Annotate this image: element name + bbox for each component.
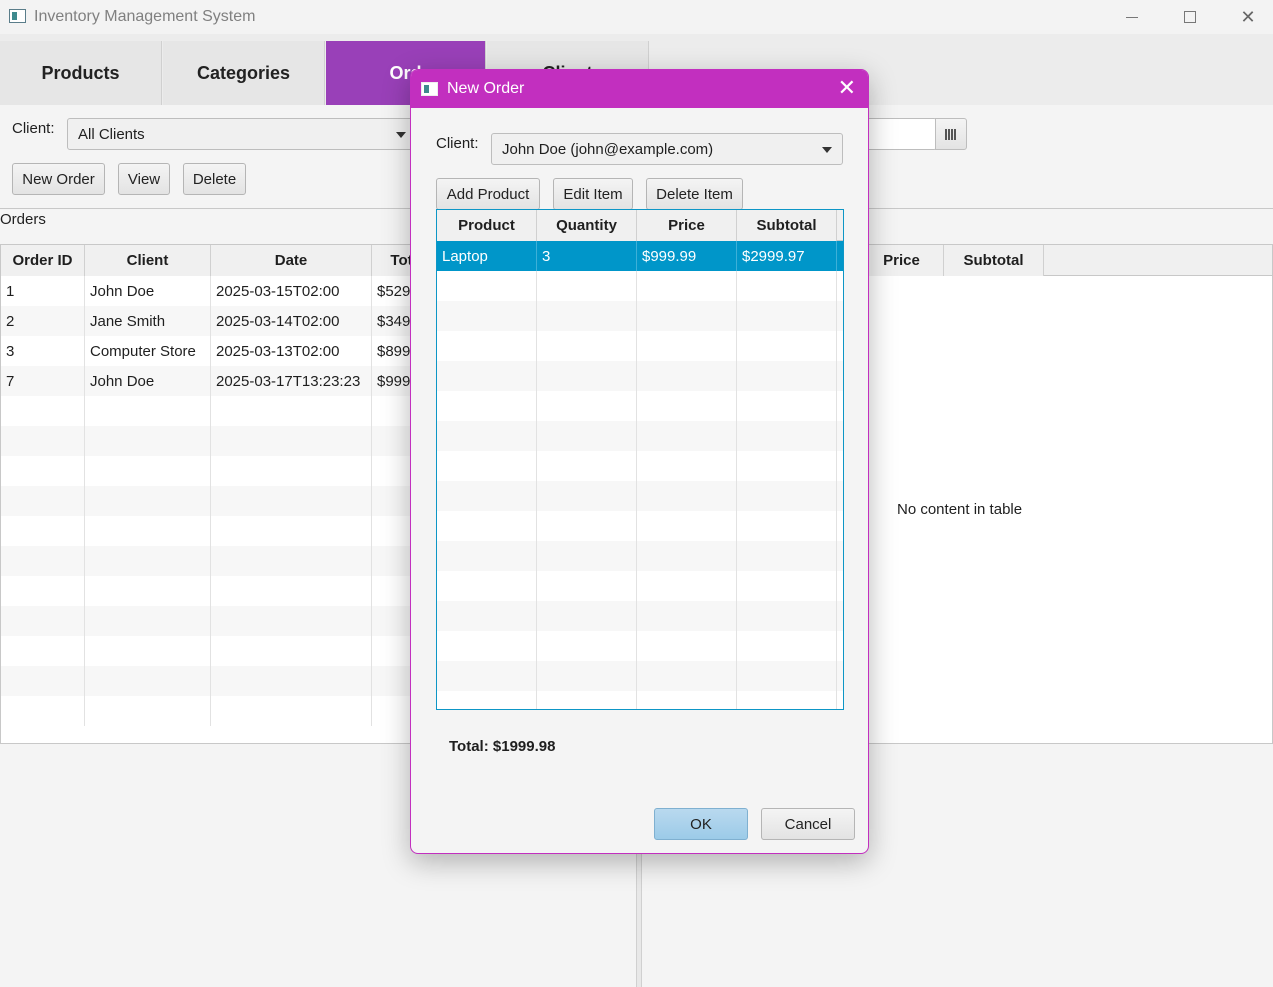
calendar-button[interactable] [935, 118, 967, 150]
column-header[interactable]: Client [85, 245, 211, 276]
empty-row [437, 361, 843, 391]
new-order-button[interactable]: New Order [12, 163, 105, 195]
empty-row [437, 301, 843, 331]
column-header[interactable]: Quantity [537, 210, 637, 241]
empty-row [1, 666, 419, 696]
app-icon [421, 82, 438, 96]
column-header[interactable]: Date [211, 245, 372, 276]
date-cell: 2025-03-14T02:00 [211, 306, 372, 336]
dialog-client-label: Client: [436, 135, 479, 152]
window-title: Inventory Management System [34, 8, 256, 25]
empty-row [437, 451, 843, 481]
order-details-table[interactable]: Price Subtotal No content in table [860, 244, 1273, 744]
chevron-down-icon [822, 147, 832, 153]
empty-row [1, 636, 419, 666]
dialog-client-select[interactable]: John Doe (john@example.com) [491, 133, 843, 165]
app-icon [9, 9, 26, 23]
close-icon[interactable]: ✕ [838, 76, 856, 100]
price-cell: $999.99 [637, 241, 737, 271]
empty-row [437, 541, 843, 571]
tab-categories[interactable]: Categories [163, 41, 325, 105]
order-items-table[interactable]: Product Quantity Price Subtotal Laptop 3… [436, 209, 844, 710]
client-filter-select[interactable]: All Clients [67, 118, 417, 150]
column-header[interactable]: Subtotal [737, 210, 837, 241]
ok-button[interactable]: OK [654, 808, 748, 840]
order-id-cell: 3 [1, 336, 85, 366]
orders-section-label: Orders [0, 211, 46, 228]
empty-row [437, 631, 843, 661]
client-cell: John Doe [85, 276, 211, 306]
date-cell: 2025-03-13T02:00 [211, 336, 372, 366]
subtotal-cell: $2999.97 [737, 241, 837, 271]
orders-table[interactable]: Order ID Client Date Tot 1 John Doe 2025… [0, 244, 420, 744]
client-filter-label: Client: [12, 120, 55, 137]
order-details-header: Price Subtotal [860, 245, 1272, 276]
client-filter-value: All Clients [78, 125, 145, 143]
minimize-icon[interactable] [1103, 0, 1161, 34]
column-header[interactable]: Price [637, 210, 737, 241]
table-row[interactable]: 3 Computer Store 2025-03-13T02:00 $899. [1, 336, 419, 366]
column-header[interactable]: Order ID [1, 245, 85, 276]
add-product-button[interactable]: Add Product [436, 178, 540, 210]
empty-row [437, 661, 843, 691]
client-cell: Computer Store [85, 336, 211, 366]
delete-button[interactable]: Delete [183, 163, 246, 195]
empty-row [437, 511, 843, 541]
product-cell: Laptop [437, 241, 537, 271]
order-total: Total: $1999.98 [449, 738, 556, 755]
empty-row [1, 486, 419, 516]
tab-products[interactable]: Products [0, 41, 162, 105]
empty-row [437, 331, 843, 361]
date-cell: 2025-03-17T13:23:23 [211, 366, 372, 396]
date-field[interactable] [860, 118, 937, 150]
empty-table-message: No content in table [897, 501, 1023, 518]
order-id-cell: 7 [1, 366, 85, 396]
empty-row [1, 516, 419, 546]
chevron-down-icon [396, 132, 406, 138]
dialog-title: New Order [447, 80, 525, 97]
table-row[interactable]: 2 Jane Smith 2025-03-14T02:00 $349. [1, 306, 419, 336]
empty-row [1, 426, 419, 456]
empty-row [437, 421, 843, 451]
client-cell: John Doe [85, 366, 211, 396]
order-id-cell: 2 [1, 306, 85, 336]
date-cell: 2025-03-15T02:00 [211, 276, 372, 306]
empty-row [437, 271, 843, 301]
table-row[interactable]: 7 John Doe 2025-03-17T13:23:23 $999. [1, 366, 419, 396]
order-id-cell: 1 [1, 276, 85, 306]
order-items-header: Product Quantity Price Subtotal [437, 210, 843, 241]
client-cell: Jane Smith [85, 306, 211, 336]
empty-row [1, 576, 419, 606]
new-order-dialog: New Order ✕ Client: John Doe (john@examp… [410, 69, 869, 854]
column-header[interactable]: Subtotal [944, 245, 1044, 276]
dialog-title-bar[interactable]: New Order ✕ [411, 70, 868, 108]
edit-item-button[interactable]: Edit Item [553, 178, 633, 210]
empty-row [1, 546, 419, 576]
maximize-icon[interactable] [1161, 0, 1219, 34]
empty-row [1, 456, 419, 486]
table-row[interactable]: 1 John Doe 2025-03-15T02:00 $529. [1, 276, 419, 306]
empty-row [1, 606, 419, 636]
table-row-selected[interactable]: Laptop 3 $999.99 $2999.97 [437, 241, 843, 271]
empty-row [1, 696, 419, 726]
column-header[interactable]: Price [860, 245, 944, 276]
delete-item-button[interactable]: Delete Item [646, 178, 743, 210]
empty-row [437, 601, 843, 631]
orders-table-header: Order ID Client Date Tot [1, 245, 419, 276]
title-bar: Inventory Management System ✕ [0, 0, 1273, 34]
dialog-client-value: John Doe (john@example.com) [502, 140, 714, 158]
calendar-icon [945, 128, 957, 140]
empty-row [437, 481, 843, 511]
quantity-cell: 3 [537, 241, 637, 271]
cancel-button[interactable]: Cancel [761, 808, 855, 840]
empty-row [437, 691, 843, 709]
empty-row [1, 396, 419, 426]
column-header[interactable]: Product [437, 210, 537, 241]
view-button[interactable]: View [118, 163, 170, 195]
close-icon[interactable]: ✕ [1219, 0, 1273, 34]
empty-row [437, 571, 843, 601]
empty-row [437, 391, 843, 421]
